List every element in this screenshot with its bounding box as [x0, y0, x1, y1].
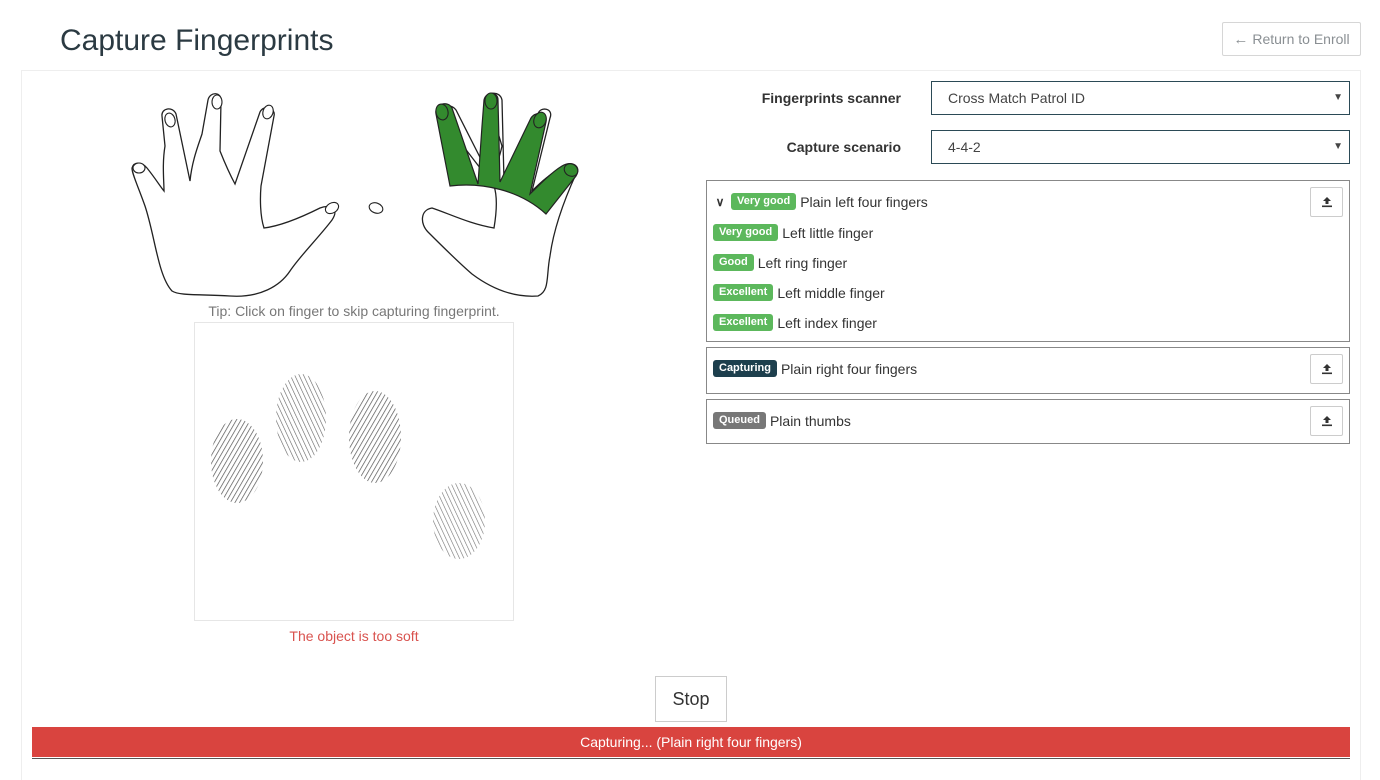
group-header[interactable]: ∨ Very good Plain left four fingers	[713, 193, 928, 210]
status-badge: Excellent	[713, 284, 774, 301]
status-badge: Very good	[731, 193, 797, 210]
finger-row[interactable]: Good Left ring finger	[713, 254, 847, 271]
arrow-left-icon: ←	[1233, 30, 1249, 48]
capture-group-left-four: ∨ Very good Plain left four fingers Very…	[706, 180, 1350, 342]
group-header[interactable]: Capturing Plain right four fingers	[713, 360, 917, 377]
right-thumb-nail	[368, 202, 384, 214]
finger-name: Left index finger	[777, 314, 877, 331]
group-title: Plain thumbs	[769, 412, 851, 429]
return-to-enroll-button[interactable]: ← Return to Enroll	[1222, 22, 1361, 56]
status-badge: Excellent	[713, 314, 774, 331]
scanner-select-value: Cross Match Patrol ID	[948, 90, 1085, 106]
status-badge: Very good	[713, 224, 779, 241]
finger-row[interactable]: Very good Left little finger	[713, 224, 873, 241]
left-hand	[131, 93, 336, 297]
scanner-label: Fingerprints scanner	[761, 90, 901, 106]
finger-row[interactable]: Excellent Left middle finger	[713, 284, 885, 301]
scenario-select-value: 4-4-2	[948, 139, 981, 155]
capture-group-thumbs: Queued Plain thumbs	[706, 399, 1350, 444]
capture-status-bar: Capturing... (Plain right four fingers)	[32, 727, 1350, 757]
capture-group-right-four: Capturing Plain right four fingers	[706, 347, 1350, 394]
upload-button[interactable]	[1310, 406, 1343, 436]
status-divider	[32, 758, 1350, 759]
left-hand-outline	[131, 93, 336, 297]
scanner-select[interactable]: Cross Match Patrol ID ▼	[931, 81, 1350, 115]
upload-button[interactable]	[1310, 187, 1343, 217]
hands-diagram	[131, 92, 579, 297]
finger-name: Left ring finger	[757, 254, 848, 271]
status-badge: Queued	[713, 412, 766, 429]
group-header[interactable]: Queued Plain thumbs	[713, 412, 851, 429]
right-hand	[368, 92, 579, 297]
left-little-nail	[132, 162, 146, 174]
chevron-down-icon[interactable]: ∨	[713, 195, 727, 209]
chevron-down-icon: ▼	[1333, 141, 1343, 152]
fingerprint-2	[276, 374, 326, 462]
group-title: Plain right four fingers	[780, 360, 918, 377]
group-title: Plain left four fingers	[800, 193, 928, 210]
status-badge: Capturing	[713, 360, 777, 377]
left-middle-nail	[211, 94, 223, 110]
capture-message: The object is too soft	[289, 628, 419, 644]
upload-icon	[1321, 364, 1332, 375]
upload-button[interactable]	[1310, 354, 1343, 384]
page-title: Capture Fingerprints	[60, 24, 334, 57]
fingerprint-preview	[194, 322, 514, 621]
finger-name: Left middle finger	[777, 284, 885, 301]
fingerprint-3	[349, 391, 401, 483]
status-badge: Good	[713, 254, 754, 271]
scenario-label: Capture scenario	[786, 139, 901, 155]
skip-finger-tip: Tip: Click on finger to skip capturing f…	[208, 303, 500, 319]
upload-icon	[1321, 197, 1332, 208]
stop-button[interactable]: Stop	[655, 676, 727, 722]
fingerprint-image	[211, 374, 485, 559]
right-middle-nail	[484, 92, 498, 110]
chevron-down-icon: ▼	[1333, 92, 1343, 103]
upload-icon	[1321, 416, 1332, 427]
scenario-select[interactable]: 4-4-2 ▼	[931, 130, 1350, 164]
return-to-enroll-label: Return to Enroll	[1252, 31, 1350, 47]
fingerprint-4	[433, 483, 485, 559]
finger-name: Left little finger	[782, 224, 874, 241]
fingerprint-1	[211, 419, 263, 503]
finger-row[interactable]: Excellent Left index finger	[713, 314, 877, 331]
